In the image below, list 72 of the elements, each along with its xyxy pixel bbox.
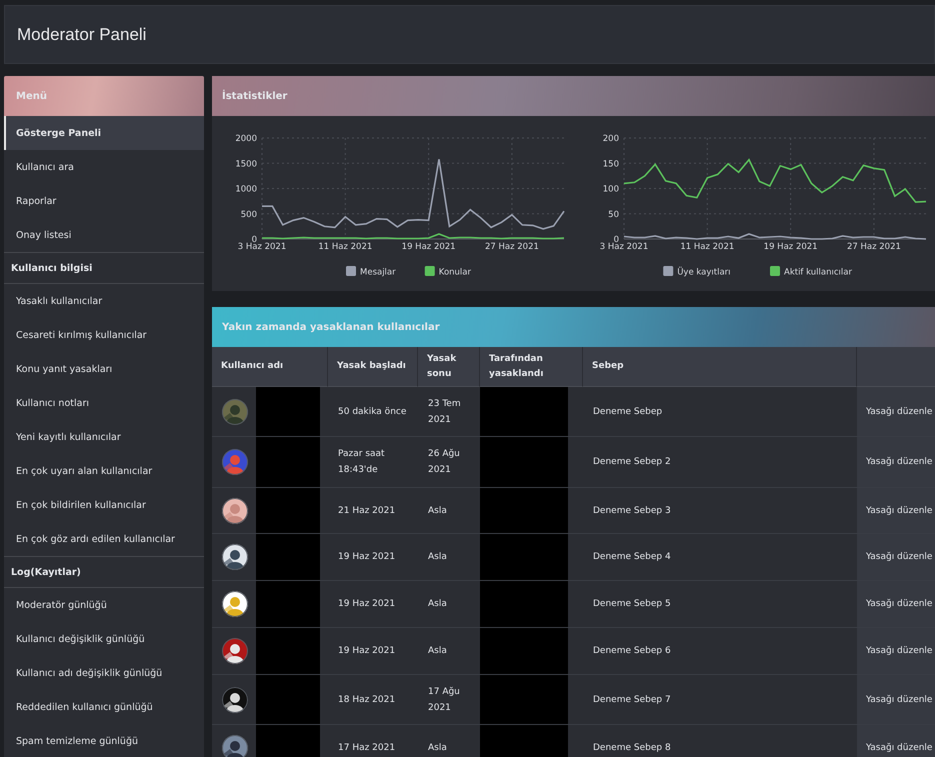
column-header: Yasak sonu [418, 347, 480, 387]
axis-tick-label: 19 Haz 2021 [764, 242, 818, 252]
sidebar-item[interactable]: Cesareti kırılmış kullanıcılar [4, 318, 204, 352]
axis-tick-label: 11 Haz 2021 [318, 242, 372, 252]
sidebar-item[interactable]: Reddedilen kullanıcı günlüğü [4, 690, 204, 724]
edit-ban-link[interactable]: Yasağı düzenle [857, 488, 935, 534]
axis-tick-label: 100 [602, 184, 619, 194]
redaction-bar [256, 534, 320, 580]
sidebar-section-heading: Log(Kayıtlar) [4, 556, 204, 588]
sidebar-item[interactable]: Konu yanıt yasakları [4, 352, 204, 386]
sidebar-item[interactable]: En çok bildirilen kullanıcılar [4, 488, 204, 522]
legend-label: Üye kayıtları [677, 268, 731, 278]
edit-ban-link[interactable]: Yasağı düzenle [857, 628, 935, 675]
axis-tick-label: 27 Haz 2021 [484, 242, 539, 252]
sidebar-item[interactable]: Yeni kayıtlı kullanıcılar [4, 420, 204, 454]
menu-header: Menü [4, 76, 204, 116]
sidebar-item[interactable]: Moderatör günlüğü [4, 588, 204, 622]
axis-tick-label: 1500 [235, 159, 257, 170]
axis-tick-label: 150 [602, 159, 619, 170]
edit-ban-link[interactable]: Yasağı düzenle [857, 725, 935, 757]
sidebar-item[interactable]: Gösterge Paneli [4, 116, 204, 150]
column-header: Kullanıcı adı [212, 347, 328, 387]
sidebar-section-heading: Kullanıcı bilgisi [4, 252, 204, 284]
axis-tick-label: 0 [614, 235, 619, 245]
sidebar-item[interactable]: En çok uyarı alan kullanıcılar [4, 454, 204, 488]
sidebar-item[interactable]: Kullanıcı adı değişiklik günlüğü [4, 656, 204, 690]
axis-tick-label: 19 Haz 2021 [402, 242, 456, 252]
axis-tick-label: 500 [240, 210, 257, 220]
sidebar-item[interactable]: En çok göz ardı edilen kullanıcılar [4, 522, 204, 556]
column-header: Yasak başladı [328, 347, 418, 387]
edit-ban-link[interactable]: Yasağı düzenle [857, 534, 935, 581]
table-cell: Pazar saat 18:43'de [328, 437, 418, 488]
axis-tick-label: 27 Haz 2021 [846, 242, 901, 252]
axis-tick-label: 3 Haz 2021 [600, 242, 648, 252]
sidebar-item[interactable]: Spam temizleme günlüğü [4, 724, 204, 757]
sidebar-item[interactable]: Raporlar [4, 184, 204, 218]
redaction-bar [256, 437, 320, 487]
sidebar-item[interactable]: Yasaklı kullanıcılar [4, 284, 204, 318]
sidebar-item[interactable]: Kullanıcı ara [4, 150, 204, 184]
edit-ban-link[interactable]: Yasağı düzenle [857, 675, 935, 725]
edit-ban-link[interactable]: Yasağı düzenle [857, 387, 935, 437]
table-cell: 18 Haz 2021 [328, 675, 418, 725]
panel-header: Yakın zamanda yasaklanan kullanıcılar [212, 307, 935, 347]
axis-tick-label: 200 [602, 134, 619, 144]
axis-tick-label: 3 Haz 2021 [238, 242, 286, 252]
legend-label: Aktif kullanıcılar [784, 268, 852, 278]
redaction-bar [256, 628, 320, 674]
sidebar-item[interactable]: Onay listesi [4, 218, 204, 252]
column-header: Tarafından yasaklandı [480, 347, 583, 387]
page-title: Moderator Paneli [17, 24, 146, 44]
redaction-bar [256, 581, 320, 627]
edit-ban-link[interactable]: Yasağı düzenle [857, 437, 935, 488]
redaction-bar [256, 488, 320, 533]
axis-tick-label: 11 Haz 2021 [680, 242, 734, 252]
table-cell: 19 Haz 2021 [328, 581, 418, 628]
redaction-bar [256, 387, 320, 436]
table-cell: 17 Haz 2021 [328, 725, 418, 757]
axis-tick-label: 50 [608, 210, 619, 220]
table-cell: 19 Haz 2021 [328, 534, 418, 581]
panel-header: İstatistikler [212, 76, 935, 116]
sidebar-item[interactable]: Kullanıcı notları [4, 386, 204, 420]
legend-label: Mesajlar [360, 268, 396, 278]
axis-tick-label: 0 [252, 235, 257, 245]
edit-ban-link[interactable]: Yasağı düzenle [857, 581, 935, 628]
table-cell: 19 Haz 2021 [328, 628, 418, 675]
axis-tick-label: 2000 [235, 134, 257, 144]
legend-label: Konular [438, 268, 471, 278]
table-cell: 50 dakika önce [328, 387, 418, 437]
column-header: Sebep [583, 347, 857, 387]
table-cell: 21 Haz 2021 [328, 488, 418, 534]
sidebar-item[interactable]: Kullanıcı değişiklik günlüğü [4, 622, 204, 656]
axis-tick-label: 1000 [235, 184, 257, 194]
